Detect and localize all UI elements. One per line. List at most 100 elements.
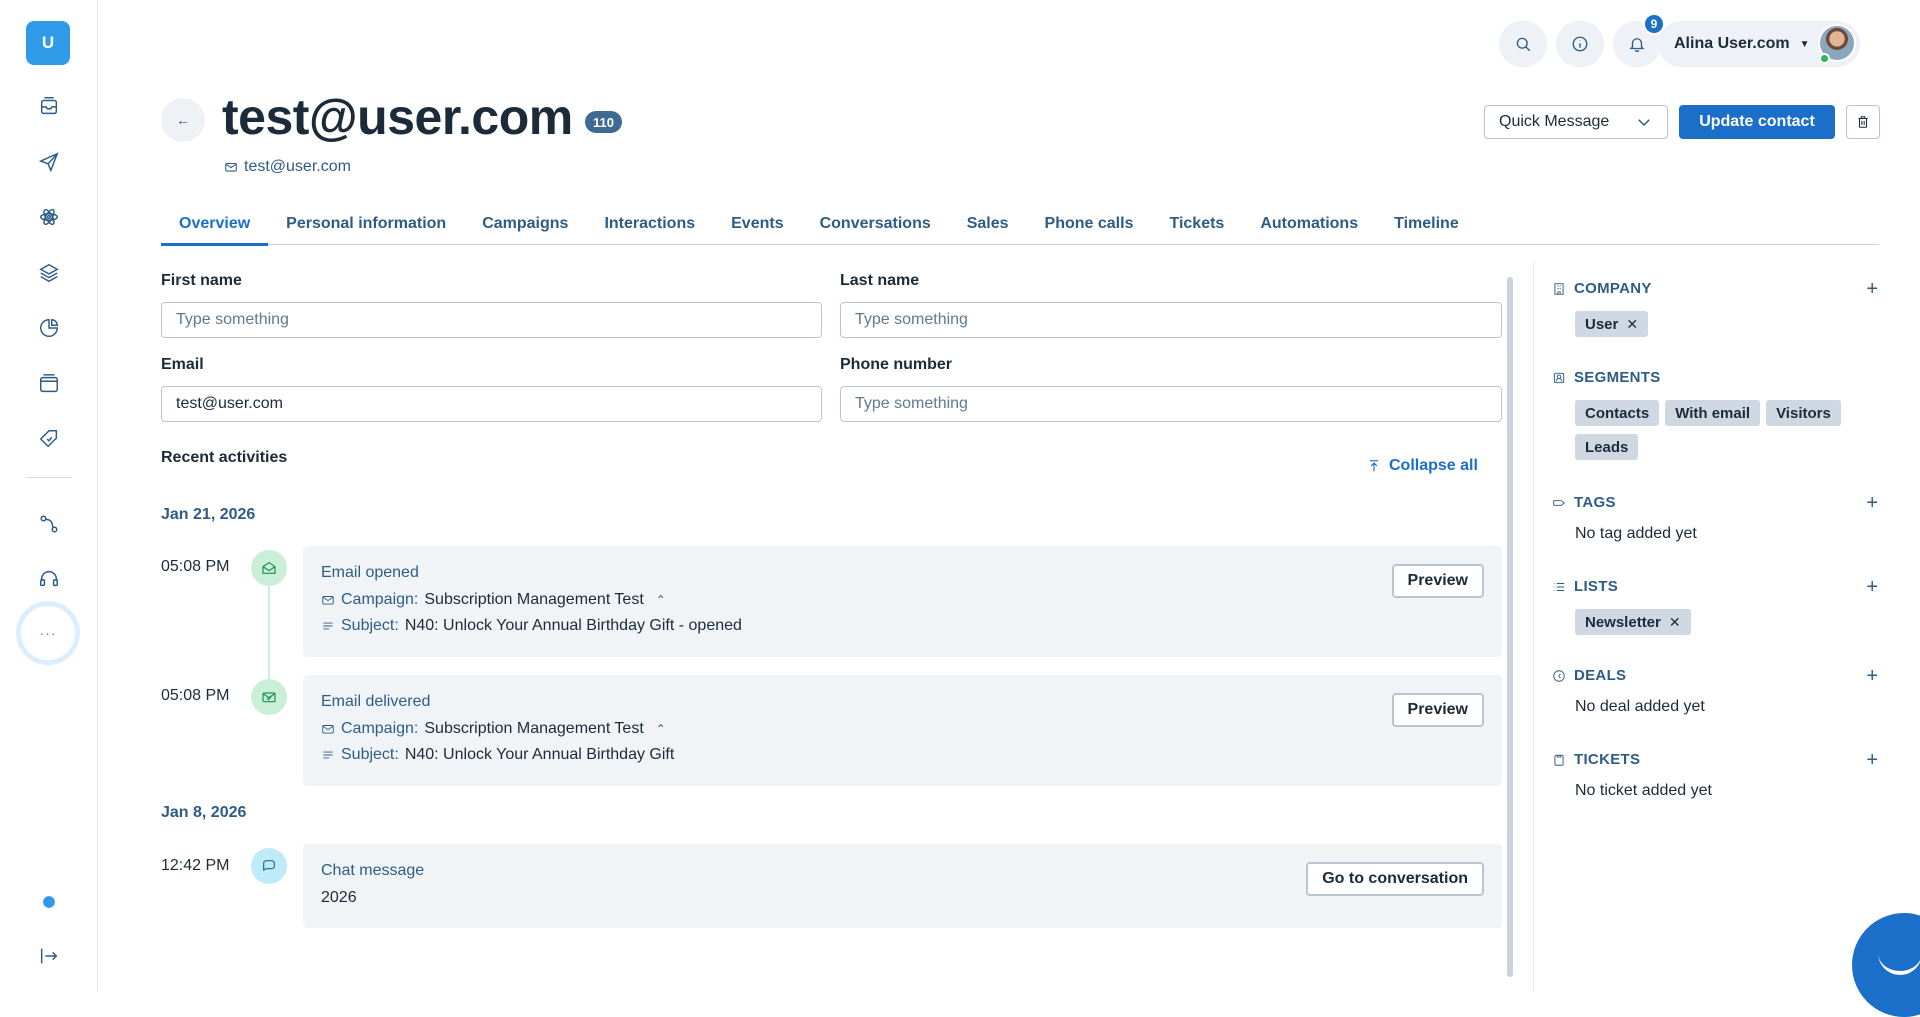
segment-chip[interactable]: Contacts (1575, 400, 1660, 426)
tab-timeline[interactable]: Timeline (1376, 202, 1477, 245)
sidebar: U ··· (0, 0, 98, 992)
company-heading-label: COMPANY (1574, 280, 1652, 297)
tab-automations[interactable]: Automations (1242, 202, 1376, 245)
list-chip: Newsletter ✕ (1575, 609, 1691, 635)
email-input[interactable]: test@user.com (161, 386, 822, 422)
tab-events[interactable]: Events (713, 202, 801, 245)
contact-tabs: Overview Personal information Campaigns … (161, 202, 1879, 246)
segment-chip[interactable]: Leads (1575, 434, 1639, 460)
collapse-all-button[interactable]: Collapse all (1367, 457, 1478, 475)
flow-icon[interactable] (35, 510, 63, 538)
segment-chip[interactable]: With email (1665, 400, 1761, 426)
activity-card: Chat message 2026 Go to conversation (303, 844, 1502, 928)
deals-empty: No deal added yet (1575, 698, 1705, 715)
page-title: test@user.com (222, 89, 573, 145)
subject-key: Subject: (341, 746, 399, 763)
send-icon[interactable] (35, 148, 63, 176)
add-tag-button[interactable]: + (1866, 492, 1878, 515)
add-deal-button[interactable]: + (1866, 665, 1878, 688)
tab-overview[interactable]: Overview (161, 202, 269, 246)
window-icon[interactable] (35, 370, 63, 398)
recent-activities-title: Recent activities (161, 449, 288, 466)
tag-heart-icon[interactable] (35, 425, 63, 453)
tab-phone-calls[interactable]: Phone calls (1027, 202, 1152, 245)
segment-chip[interactable]: Visitors (1766, 400, 1841, 426)
chevron-up-icon[interactable]: ⌃ (656, 593, 666, 607)
activity-time: 05:08 PM (161, 687, 230, 704)
collapse-up-icon (1369, 460, 1379, 472)
app-logo[interactable]: U (26, 21, 70, 65)
tab-personal-information[interactable]: Personal information (268, 202, 464, 245)
notifications-button[interactable]: 9 (1613, 13, 1665, 67)
building-icon (1554, 282, 1564, 295)
go-to-conversation-button[interactable]: Go to conversation (1306, 862, 1484, 896)
timeline-connector (268, 586, 270, 682)
trash-icon (1858, 116, 1868, 128)
deals-heading-label: DEALS (1574, 667, 1627, 684)
tags-empty: No tag added yet (1575, 525, 1697, 542)
currency-icon (1553, 669, 1565, 682)
preview-button[interactable]: Preview (1391, 564, 1484, 598)
atom-icon[interactable] (35, 203, 63, 231)
segments-chips: Contacts With email Visitors Leads (1552, 400, 1862, 468)
tab-tickets[interactable]: Tickets (1151, 202, 1242, 245)
mail-icon (322, 725, 334, 734)
tab-interactions[interactable]: Interactions (586, 202, 713, 245)
campaign-value: Subscription Management Test (424, 591, 644, 608)
lists-heading: LISTS (1552, 578, 1882, 595)
remove-chip-icon[interactable]: ✕ (1626, 316, 1638, 333)
phone-number-label: Phone number (840, 356, 953, 373)
deals-section: DEALS + No deal added yet (1552, 665, 1882, 716)
mail-icon (225, 162, 237, 172)
tickets-heading-label: TICKETS (1574, 751, 1641, 768)
logout-icon[interactable] (35, 942, 63, 970)
more-apps-button[interactable]: ··· (16, 601, 80, 665)
pie-chart-icon[interactable] (35, 314, 63, 342)
last-name-label: Last name (840, 272, 920, 289)
quick-message-label: Quick Message (1499, 113, 1610, 130)
last-name-input[interactable]: Type something (840, 302, 1502, 338)
activity-campaign-row: Campaign: Subscription Management Test ⌃ (321, 720, 666, 738)
arrow-left-icon: ← (176, 112, 190, 128)
layers-icon[interactable] (35, 259, 63, 287)
remove-chip-icon[interactable]: ✕ (1669, 614, 1681, 631)
help-circle-icon[interactable] (35, 888, 63, 916)
update-contact-button[interactable]: Update contact (1679, 105, 1835, 139)
inbox-icon[interactable] (35, 92, 63, 120)
headset-icon[interactable] (35, 565, 63, 593)
phone-number-input[interactable]: Type something (840, 386, 1502, 422)
search-button[interactable] (1499, 21, 1547, 67)
delete-contact-button[interactable] (1846, 105, 1880, 139)
clipboard-icon (1554, 754, 1564, 766)
lines-icon (323, 751, 333, 759)
activity-campaign-row: Campaign: Subscription Management Test ⌃ (321, 591, 666, 609)
segments-heading: SEGMENTS (1552, 369, 1882, 386)
first-name-input[interactable]: Type something (161, 302, 822, 338)
tag-icon (1553, 499, 1565, 506)
preview-button[interactable]: Preview (1391, 693, 1484, 727)
tab-campaigns[interactable]: Campaigns (464, 202, 586, 245)
contact-details-panel: COMPANY + User ✕ SEGMENTS Contacts With em… (1533, 262, 1883, 992)
more-icon: ··· (24, 609, 72, 657)
user-menu[interactable]: Alina User.com ▼ (1658, 21, 1860, 67)
segments-heading-label: SEGMENTS (1574, 369, 1661, 386)
list-icon (1553, 582, 1565, 591)
info-button[interactable] (1556, 21, 1604, 67)
add-ticket-button[interactable]: + (1866, 749, 1878, 772)
activity-title: Email opened (321, 564, 419, 581)
tickets-empty: No ticket added yet (1575, 782, 1712, 799)
add-company-button[interactable]: + (1866, 278, 1878, 301)
company-chip: User ✕ (1575, 311, 1649, 337)
back-button[interactable]: ← (161, 98, 205, 142)
company-chip-label: User (1585, 315, 1619, 333)
activities-scrollbar[interactable] (1507, 277, 1513, 977)
tickets-section: TICKETS + No ticket added yet (1552, 749, 1882, 800)
tab-conversations[interactable]: Conversations (802, 202, 949, 245)
activity-subject-row: Subject: N40: Unlock Your Annual Birthda… (321, 617, 742, 635)
chevron-up-icon[interactable]: ⌃ (656, 722, 666, 736)
quick-message-select[interactable]: Quick Message (1484, 105, 1668, 139)
add-list-button[interactable]: + (1866, 576, 1878, 599)
tab-sales[interactable]: Sales (949, 202, 1027, 245)
mail-icon (322, 596, 334, 605)
subject-value: N40: Unlock Your Annual Birthday Gift (404, 746, 675, 763)
